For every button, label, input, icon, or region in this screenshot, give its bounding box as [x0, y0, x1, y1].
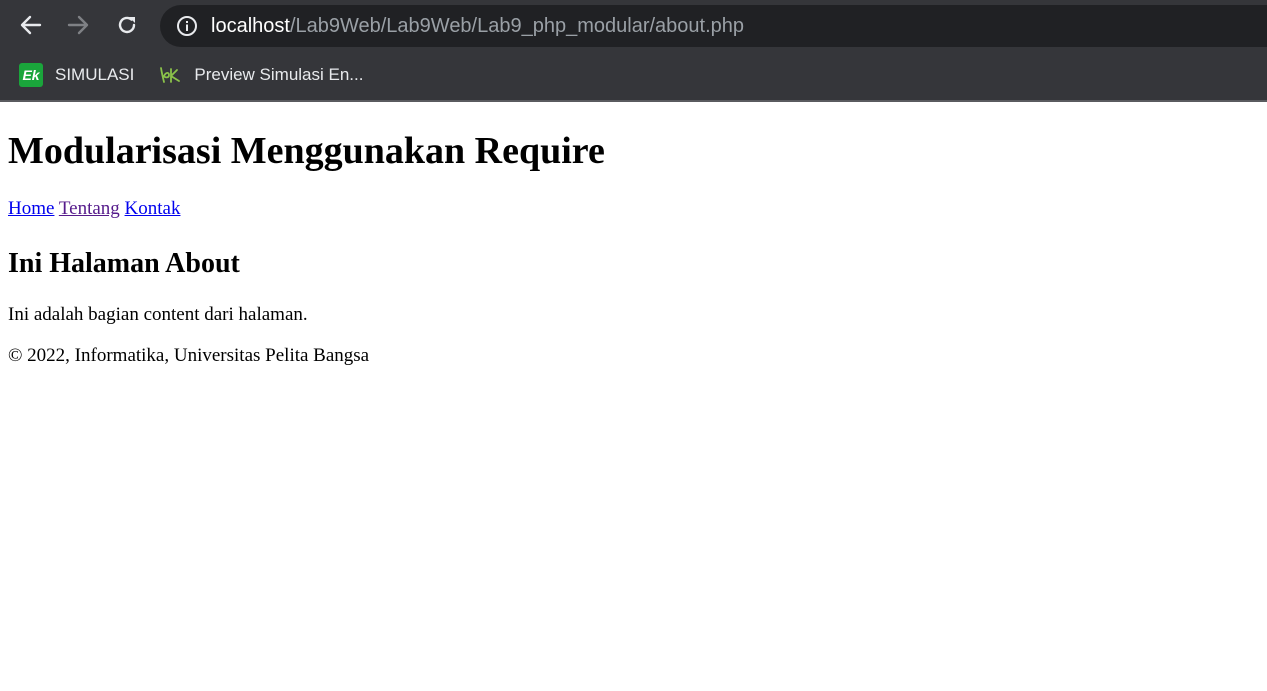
page-title: Modularisasi Menggunakan Require	[8, 130, 605, 172]
bookmark-label: Preview Simulasi En...	[194, 65, 364, 84]
nav-link-home[interactable]: Home	[8, 198, 54, 219]
browser-chrome: localhost/Lab9Web/Lab9Web/Lab9_php_modul…	[0, 0, 1267, 102]
arrow-right-icon	[67, 15, 89, 35]
nav-link-tentang[interactable]: Tentang	[59, 198, 120, 219]
url-host: localhost	[211, 14, 290, 37]
page-content: Modularisasi Menggunakan Require Home Te…	[0, 129, 1267, 367]
bookmark-preview-simulasi[interactable]: Preview Simulasi En...	[158, 63, 363, 87]
reload-button[interactable]	[111, 9, 143, 41]
reload-icon	[118, 16, 136, 34]
ek-logo-icon: Ek	[19, 63, 43, 87]
bookmark-label: SIMULASI	[55, 65, 135, 84]
address-bar[interactable]: localhost/Lab9Web/Lab9Web/Lab9_php_modul…	[160, 5, 1267, 47]
footer-text: © 2022, Informatika, Universitas Pelita …	[8, 345, 370, 366]
url-path: /Lab9Web/Lab9Web/Lab9_php_modular/about.…	[289, 14, 745, 37]
info-icon[interactable]	[176, 15, 198, 37]
arrow-left-icon	[20, 15, 42, 35]
section-heading: Ini Halaman About	[8, 248, 240, 279]
forward-button[interactable]	[62, 9, 94, 41]
content-paragraph: Ini adalah bagian content dari halaman.	[8, 304, 308, 325]
leaf-logo-icon	[158, 63, 182, 87]
browser-toolbar: localhost/Lab9Web/Lab9Web/Lab9_php_modul…	[0, 0, 1267, 52]
bookmarks-bar: Ek SIMULASI Preview Simulasi En...	[0, 52, 1267, 98]
bookmark-simulasi[interactable]: Ek SIMULASI	[19, 63, 134, 87]
back-button[interactable]	[15, 9, 47, 41]
nav-link-kontak[interactable]: Kontak	[125, 198, 181, 219]
site-nav: Home Tentang Kontak	[8, 198, 1259, 220]
